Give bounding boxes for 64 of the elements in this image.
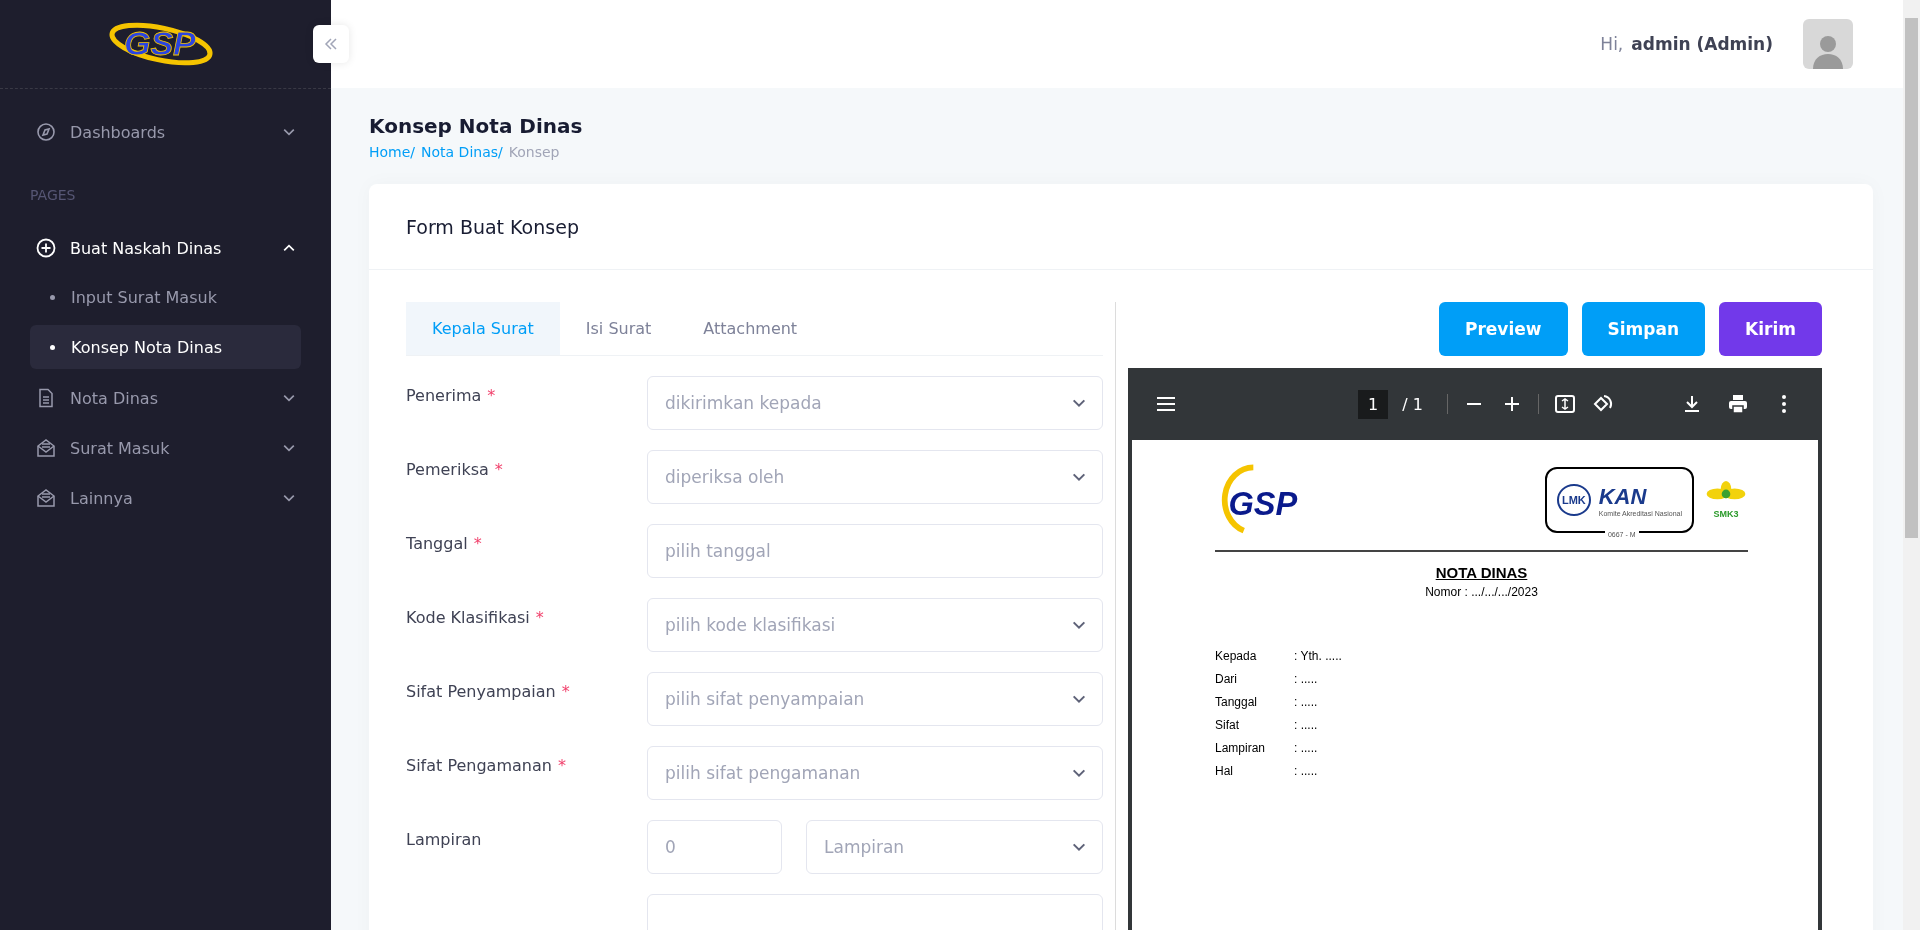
envelope-icon: [36, 438, 56, 458]
document-field-label: Kepada: [1215, 649, 1258, 665]
double-chevron-left-icon: [324, 37, 338, 51]
submenu-item[interactable]: Input Surat Masuk: [30, 275, 301, 319]
document-field-label: Lampiran: [1215, 741, 1267, 757]
document-field-label: Dari: [1215, 672, 1238, 688]
field-label: Sifat Penyampaian: [406, 682, 556, 701]
fit-page-icon[interactable]: [1552, 392, 1577, 416]
required-asterisk: *: [561, 682, 570, 701]
flower-logo: SMK3: [1704, 481, 1748, 519]
select-field[interactable]: Lampiran: [806, 820, 1103, 874]
print-icon[interactable]: [1726, 392, 1750, 416]
document-field-value: : .....: [1294, 741, 1318, 757]
document-field-value: : .....: [1294, 718, 1318, 734]
compass-icon: [36, 122, 56, 142]
field-label: Sifat Pengamanan: [406, 756, 552, 775]
user-name: admin (Admin): [1631, 34, 1773, 54]
page-number-field[interactable]: 1: [1358, 389, 1389, 419]
required-asterisk: *: [535, 608, 544, 627]
field-label: Pemeriksa: [406, 460, 489, 479]
submenu-item[interactable]: Konsep Nota Dinas: [30, 325, 301, 369]
document-icon: [36, 388, 56, 408]
field-label: Kode Klasifikasi: [406, 608, 530, 627]
field-label: Penerima: [406, 386, 482, 405]
plus-circle-icon: [36, 238, 56, 258]
document-field-label: Hal: [1215, 764, 1234, 780]
document-title: NOTA DINAS: [1434, 564, 1529, 581]
scrollbar[interactable]: [1903, 0, 1920, 930]
menu-item[interactable]: Dashboards: [30, 109, 301, 155]
greeting-text: Hi,: [1600, 34, 1624, 54]
breadcrumb-current: Konsep: [508, 144, 560, 160]
required-asterisk: *: [494, 460, 503, 479]
field-label: Lampiran: [406, 830, 482, 849]
card-title: Form Buat Konsep: [406, 215, 579, 238]
tab[interactable]: Isi Surat: [559, 302, 678, 355]
document-field-value: : Yth. .....: [1294, 649, 1342, 665]
document-field-value: : .....: [1294, 672, 1318, 688]
menu-item[interactable]: Nota Dinas: [30, 375, 301, 421]
document-number: Nomor : .../.../.../2023: [1424, 585, 1539, 599]
menu-item[interactable]: Lainnya: [30, 475, 301, 521]
section-heading: PAGES: [30, 187, 77, 203]
select-field[interactable]: dikirimkan kepada: [647, 376, 1103, 430]
menu-item[interactable]: Surat Masuk: [30, 425, 301, 471]
select-field[interactable]: pilih kode klasifikasi: [647, 598, 1103, 652]
document-field-label: Tanggal: [1215, 695, 1259, 711]
select-field[interactable]: pilih sifat pengamanan: [647, 746, 1103, 800]
document-field-label: Sifat: [1215, 718, 1240, 734]
required-asterisk: *: [487, 386, 496, 405]
select-field[interactable]: diperiksa oleh: [647, 450, 1103, 504]
required-asterisk: *: [473, 534, 482, 553]
company-logo: GSP: [1215, 460, 1330, 540]
select-field[interactable]: pilih sifat penyampaian: [647, 672, 1103, 726]
input-field[interactable]: pilih tanggal: [647, 524, 1103, 578]
required-asterisk: *: [557, 756, 566, 775]
page-title: Konsep Nota Dinas: [369, 114, 584, 138]
menu-item[interactable]: Buat Naskah Dinas: [30, 225, 301, 271]
page-total: / 1: [1402, 394, 1423, 414]
envelope-icon: [36, 488, 56, 508]
document-field-value: : .....: [1294, 695, 1318, 711]
document-field-value: : .....: [1294, 764, 1318, 780]
tab[interactable]: Attachment: [677, 302, 824, 355]
field-label: Tanggal: [406, 534, 468, 553]
action-button[interactable]: Kirim: [1719, 302, 1822, 356]
number-field[interactable]: 0: [647, 820, 782, 874]
